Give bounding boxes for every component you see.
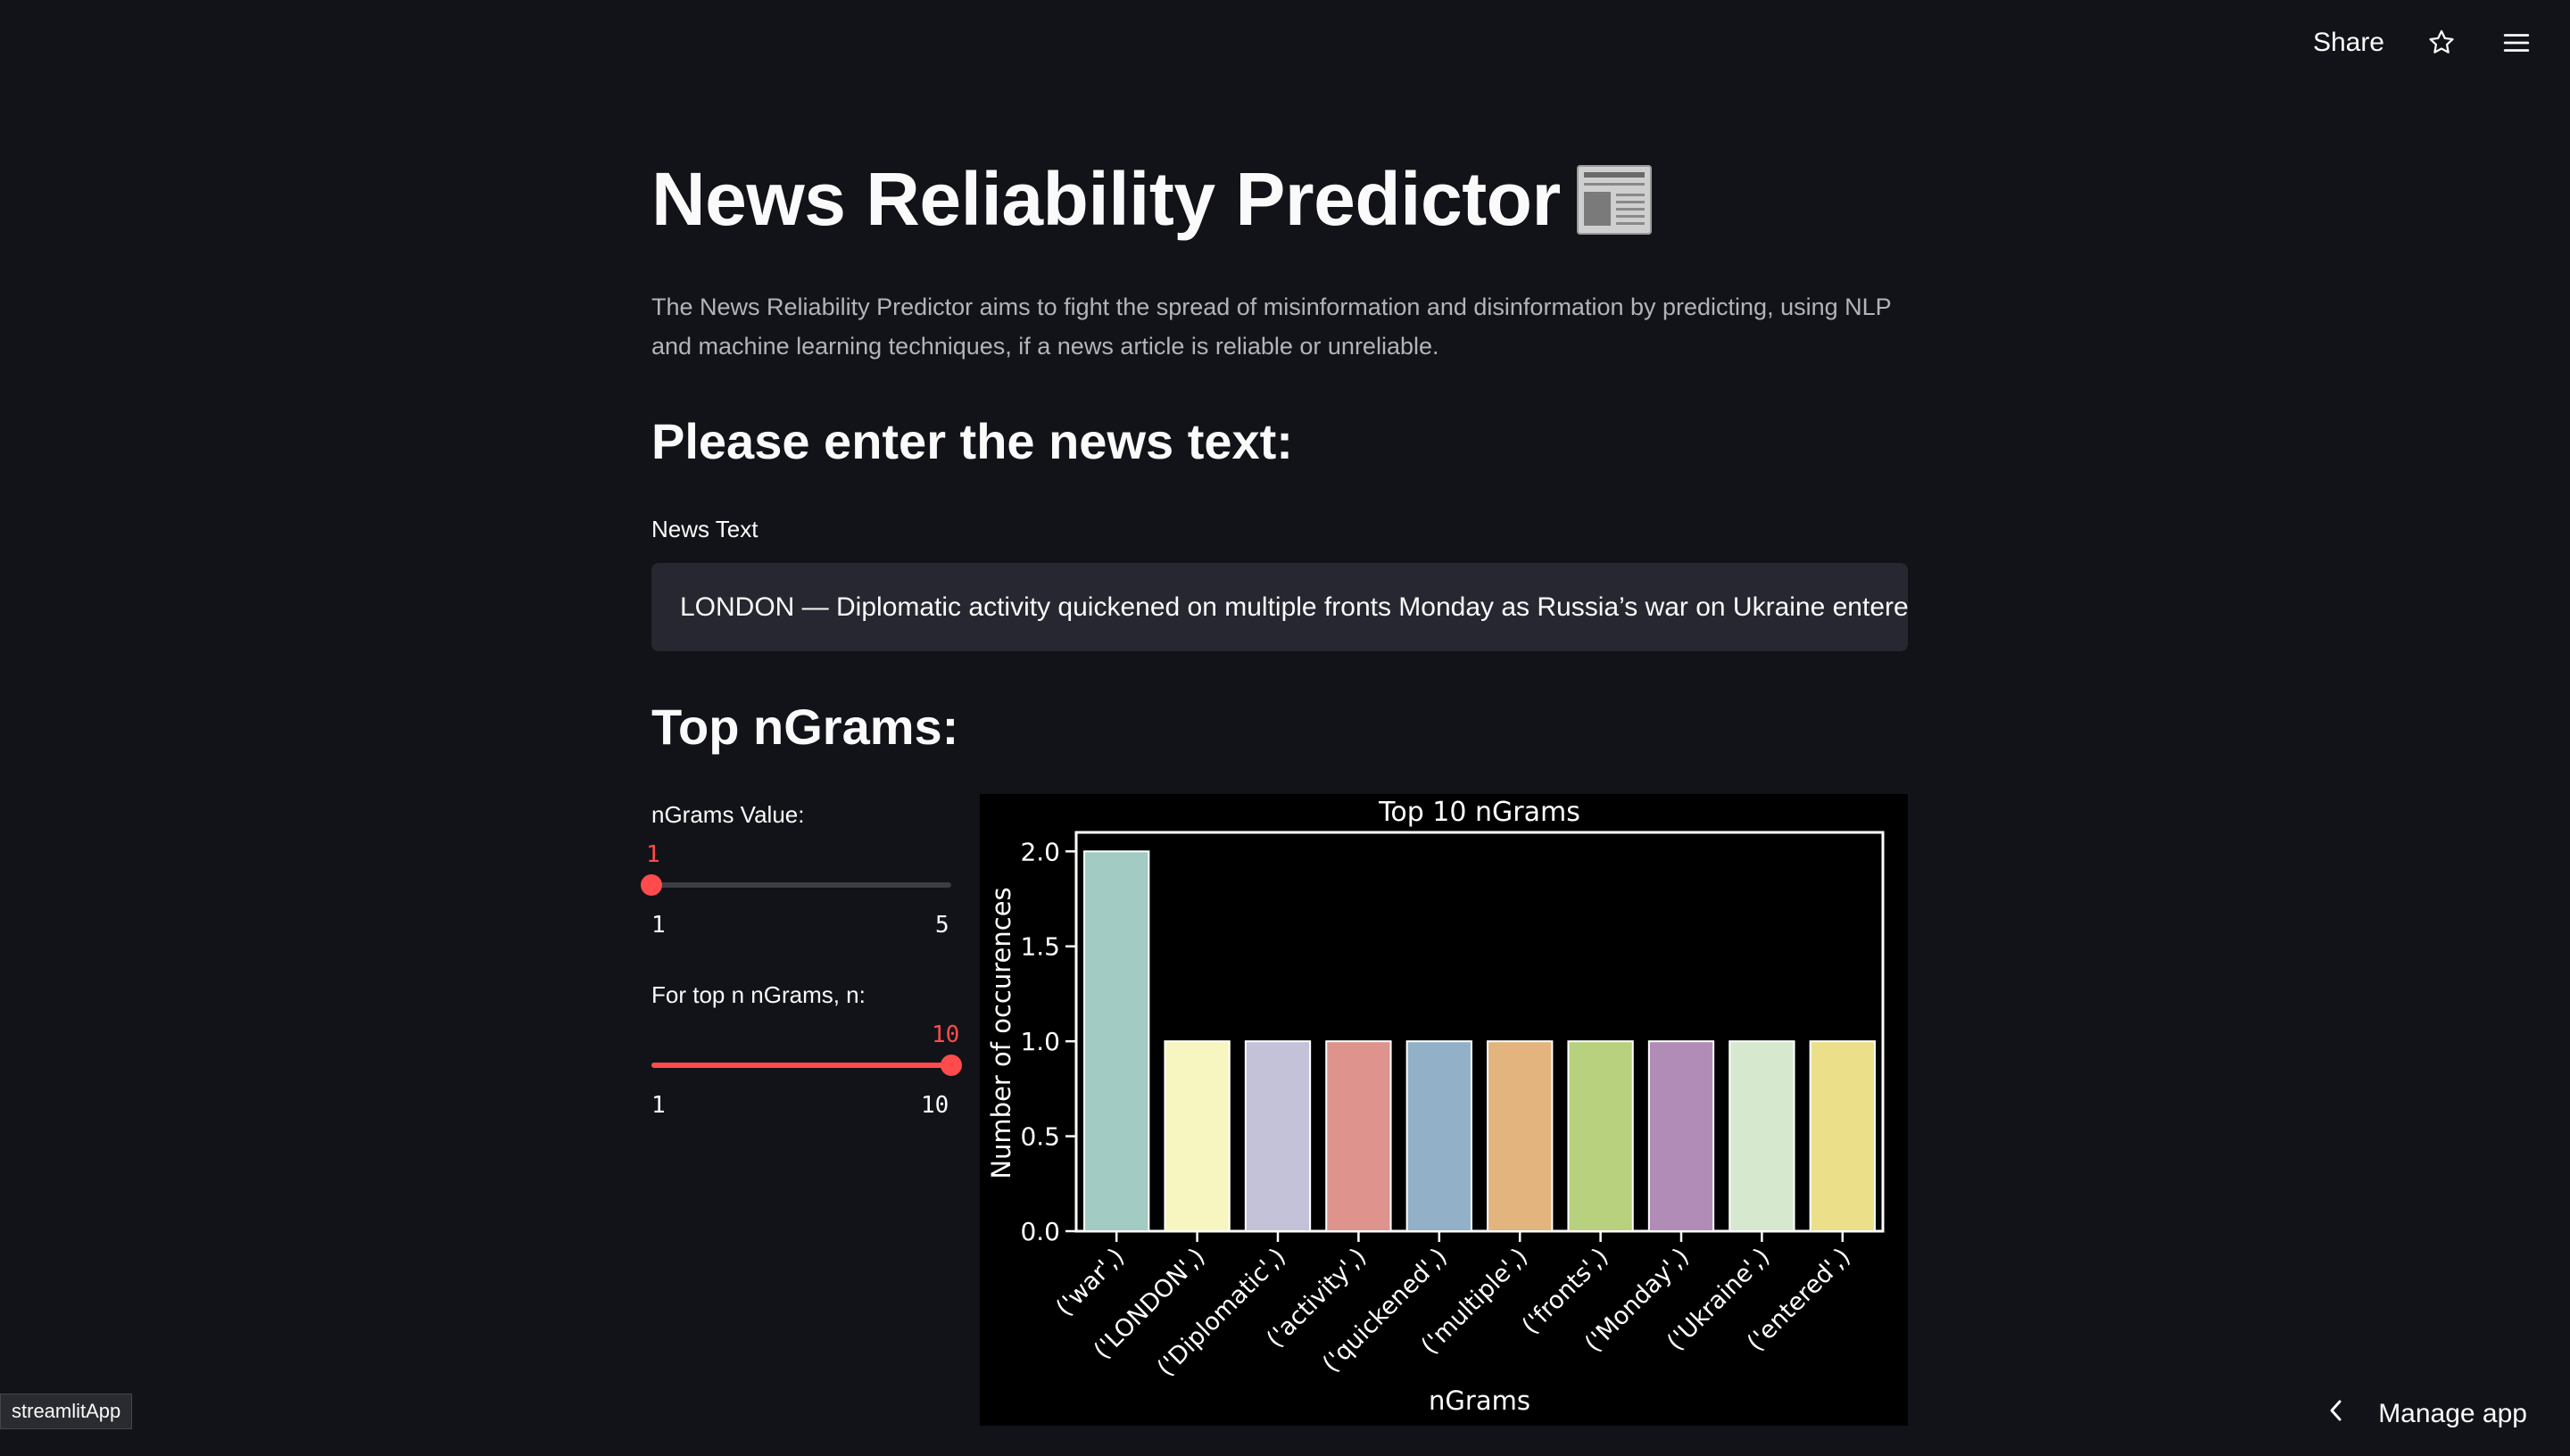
ngrams-value-slider[interactable]: 1 1 5 <box>641 839 955 946</box>
x-tick-label: ('war',) <box>1051 1243 1131 1322</box>
star-icon[interactable] <box>2424 25 2459 61</box>
slider-max-label: 5 <box>935 912 949 939</box>
chart-bar <box>1083 850 1150 1233</box>
chart-svg: Top 10 nGrams Number of occurences nGram… <box>986 797 1885 1416</box>
top-n-label: For top n nGrams, n: <box>651 981 866 1008</box>
chart-bar <box>1405 1040 1472 1232</box>
streamlit-app-badge: streamlitApp <box>0 1394 133 1429</box>
chart-bar <box>1809 1040 1876 1232</box>
slider-thumb[interactable] <box>941 1055 962 1076</box>
chart-bar <box>1325 1040 1392 1232</box>
manage-app-button[interactable]: Manage app <box>2326 1399 2527 1429</box>
chart-bar <box>1487 1040 1554 1232</box>
y-tick-label: 0.0 <box>1020 1217 1060 1246</box>
manage-app-label: Manage app <box>2378 1399 2527 1428</box>
slider-max-label: 10 <box>921 1092 949 1119</box>
top-toolbar: Share <box>2313 18 2534 68</box>
share-button[interactable]: Share <box>2313 28 2384 58</box>
slider-fill <box>651 1063 951 1068</box>
ngrams-value-label: nGrams Value: <box>651 801 805 828</box>
y-tick-label: 1.5 <box>1020 932 1060 962</box>
chart-title: Top 10 nGrams <box>1378 797 1580 828</box>
chart-bar <box>1647 1040 1715 1232</box>
slider-current-value: 10 <box>932 1022 960 1048</box>
news-input-heading: Please enter the news text: <box>651 413 1293 469</box>
y-tick-label: 1.0 <box>1020 1027 1060 1056</box>
top-n-slider[interactable]: 10 1 10 <box>651 1019 962 1126</box>
chevron-left-icon <box>2326 1399 2346 1429</box>
chart-y-axis-label: Number of occurences <box>986 887 1016 1179</box>
chart-bar <box>1244 1040 1312 1232</box>
ngrams-heading: Top nGrams: <box>651 699 959 755</box>
streamlit-page: Share News Reliability Predictor The New… <box>0 0 2570 1456</box>
chart-x-axis-label: nGrams <box>1429 1386 1530 1416</box>
chart-bar <box>1567 1040 1634 1232</box>
chart-bar <box>1729 1040 1795 1232</box>
news-text-input[interactable]: LONDON — Diplomatic activity quickened o… <box>651 563 1908 651</box>
news-text-label: News Text <box>651 516 759 542</box>
page-title: News Reliability Predictor <box>651 156 1652 243</box>
slider-current-value: 1 <box>646 841 660 868</box>
newspaper-icon <box>1576 164 1652 235</box>
y-tick-label: 2.0 <box>1020 837 1060 866</box>
slider-min-label: 1 <box>651 1092 666 1119</box>
app-description: The News Reliability Predictor aims to f… <box>651 294 1892 360</box>
ngrams-bar-chart: Top 10 nGrams Number of occurences nGram… <box>980 794 1908 1426</box>
chart-bar <box>1164 1040 1231 1232</box>
title-text: News Reliability Predictor <box>651 157 1561 241</box>
slider-thumb[interactable] <box>641 874 662 896</box>
y-tick-label: 0.5 <box>1020 1122 1060 1152</box>
slider-track[interactable] <box>651 882 951 888</box>
slider-min-label: 1 <box>651 912 666 939</box>
hamburger-menu-icon[interactable] <box>2499 25 2534 61</box>
